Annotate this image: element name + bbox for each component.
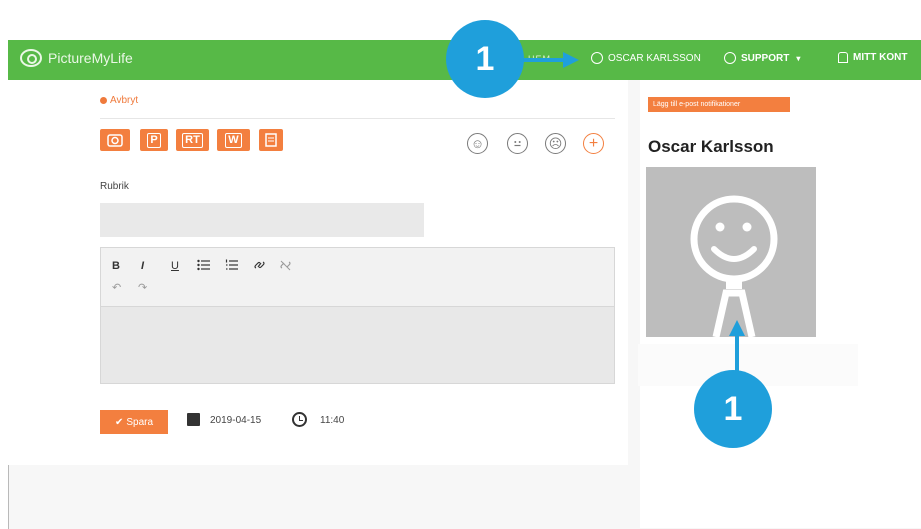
callout-arrowhead-top bbox=[563, 52, 579, 68]
callout-badge-bottom: 1 bbox=[694, 370, 772, 448]
callout-badge-top: 1 bbox=[446, 20, 524, 98]
callout-arrowhead-bottom bbox=[729, 320, 745, 336]
